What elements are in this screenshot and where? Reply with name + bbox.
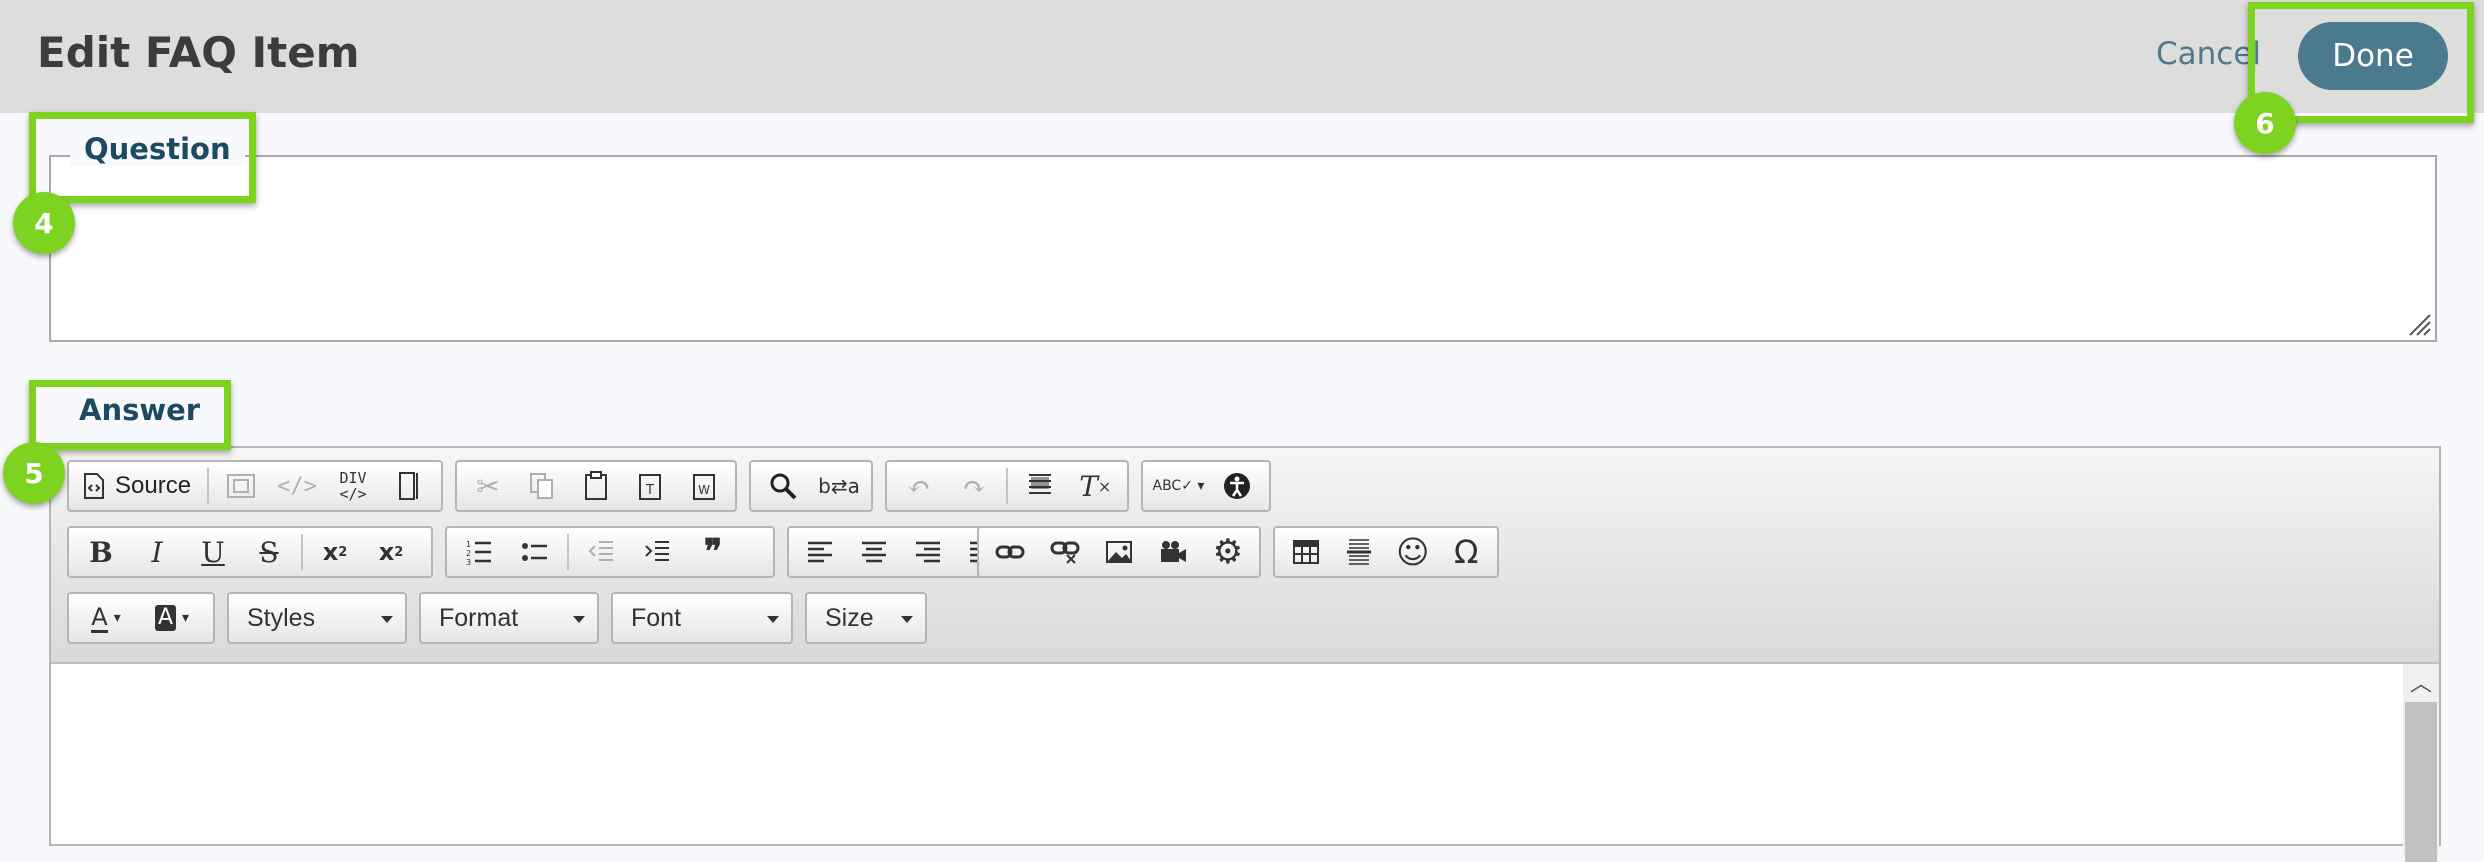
toolbar-group-insert: ☺ Ω <box>1273 526 1499 578</box>
div-container-icon[interactable]: DIV </> <box>325 463 381 509</box>
toolbar-group-find: b⇄a <box>749 460 873 512</box>
settings-gear-icon[interactable]: ⚙ <box>1201 529 1255 575</box>
horizontal-line-icon[interactable] <box>1333 529 1387 575</box>
background-color-icon[interactable]: A ▾ <box>139 595 205 641</box>
numbered-list-icon[interactable]: 123 <box>451 529 507 575</box>
superscript-icon[interactable]: x2 <box>363 529 419 575</box>
remove-format-icon[interactable]: T × <box>1067 463 1123 509</box>
align-left-icon[interactable] <box>793 529 847 575</box>
source-button[interactable]: Source <box>73 463 203 509</box>
callout-answer-highlight <box>29 380 231 450</box>
smiley-icon[interactable]: ☺ <box>1386 529 1440 575</box>
question-textarea[interactable] <box>49 155 2437 342</box>
resize-grip-icon[interactable] <box>2406 311 2432 337</box>
link-icon[interactable] <box>983 529 1037 575</box>
toolbar-group-links: ⚙ <box>977 526 1261 578</box>
svg-text:T: T <box>645 483 654 498</box>
format-dropdown-label: Format <box>439 603 519 632</box>
styles-dropdown[interactable]: Styles <box>227 592 407 644</box>
select-all-icon[interactable] <box>1012 463 1068 509</box>
callout-question-highlight <box>29 112 256 203</box>
size-dropdown[interactable]: Size <box>805 592 927 644</box>
scroll-up-icon[interactable]: ︿ <box>2403 664 2439 700</box>
cancel-button[interactable]: Cancel <box>2156 36 2261 72</box>
align-right-icon[interactable] <box>901 529 955 575</box>
callout-badge-answer: 5 <box>3 442 65 504</box>
indent-icon[interactable] <box>629 529 685 575</box>
bulleted-list-icon[interactable] <box>507 529 563 575</box>
toolbar-group-colors: A ▾ A ▾ <box>67 592 215 644</box>
paste-word-icon[interactable]: W <box>677 463 731 509</box>
page-title: Edit FAQ Item <box>37 28 360 77</box>
redo-icon[interactable]: ↷ <box>947 463 1003 509</box>
scrollbar-thumb[interactable] <box>2405 702 2437 862</box>
toolbar-group-document: Source </> DIV </> <box>67 460 443 512</box>
styles-dropdown-label: Styles <box>247 603 316 632</box>
align-center-icon[interactable] <box>847 529 901 575</box>
separator <box>207 468 210 504</box>
table-icon[interactable] <box>1279 529 1333 575</box>
rich-text-editor: Source </> DIV </> ✂ T W b⇄a ↶ ↷ T × ABC… <box>49 446 2441 862</box>
toolbar-group-clipboard: ✂ T W <box>455 460 737 512</box>
undo-icon[interactable]: ↶ <box>891 463 947 509</box>
chevron-down-icon <box>901 616 913 623</box>
unlink-icon[interactable] <box>1037 529 1091 575</box>
chevron-down-icon <box>573 616 585 623</box>
paste-icon[interactable] <box>569 463 623 509</box>
size-dropdown-label: Size <box>825 603 874 632</box>
font-dropdown[interactable]: Font <box>611 592 793 644</box>
replace-icon[interactable]: b⇄a <box>811 463 867 509</box>
find-icon[interactable] <box>755 463 811 509</box>
text-color-icon[interactable]: A ▾ <box>73 595 139 641</box>
spellcheck-icon[interactable]: ABC✓ ▾ <box>1147 463 1210 509</box>
format-dropdown[interactable]: Format <box>419 592 599 644</box>
source-icon <box>84 473 104 499</box>
special-char-icon[interactable]: Ω <box>1440 529 1494 575</box>
source-label: Source <box>115 472 192 499</box>
separator <box>1006 468 1008 504</box>
separator <box>301 534 303 570</box>
video-icon[interactable] <box>1146 529 1200 575</box>
toolbar-group-spell: ABC✓ ▾ <box>1141 460 1271 512</box>
code-snippet-icon[interactable]: </> <box>269 463 325 509</box>
blockquote-icon[interactable]: ❞ <box>685 529 741 575</box>
editor-toolbar: Source </> DIV </> ✂ T W b⇄a ↶ ↷ T × ABC… <box>51 448 2439 664</box>
chevron-down-icon <box>381 616 393 623</box>
toolbar-group-undo: ↶ ↷ T × <box>885 460 1129 512</box>
outdent-icon[interactable] <box>573 529 629 575</box>
svg-text:2: 2 <box>466 549 471 558</box>
svg-text:1: 1 <box>466 540 471 549</box>
toolbar-group-basic-styles: B I U S x2 x2 <box>67 526 433 578</box>
show-blocks-icon[interactable] <box>381 463 437 509</box>
svg-text:3: 3 <box>466 558 471 566</box>
font-dropdown-label: Font <box>631 603 682 632</box>
toolbar-group-paragraph: 123 ❞ <box>445 526 775 578</box>
svg-text:W: W <box>698 483 710 497</box>
text-color-glyph: A <box>91 602 108 633</box>
bold-icon[interactable]: B <box>73 529 129 575</box>
subscript-icon[interactable]: x2 <box>307 529 363 575</box>
paste-text-icon[interactable]: T <box>623 463 677 509</box>
strikethrough-icon[interactable]: S <box>241 529 297 575</box>
callout-badge-done: 6 <box>2234 92 2296 154</box>
background-color-glyph: A <box>154 605 177 631</box>
image-icon[interactable] <box>1092 529 1146 575</box>
underline-icon[interactable]: U <box>185 529 241 575</box>
accessibility-icon[interactable] <box>1210 463 1265 509</box>
preview-icon[interactable] <box>213 463 269 509</box>
separator <box>567 534 569 570</box>
callout-badge-question: 4 <box>13 192 75 254</box>
page-header: Edit FAQ Item Cancel Done <box>0 0 2484 113</box>
cut-icon[interactable]: ✂ <box>461 463 515 509</box>
copy-icon[interactable] <box>515 463 569 509</box>
italic-icon[interactable]: I <box>129 529 185 575</box>
chevron-down-icon <box>767 616 779 623</box>
